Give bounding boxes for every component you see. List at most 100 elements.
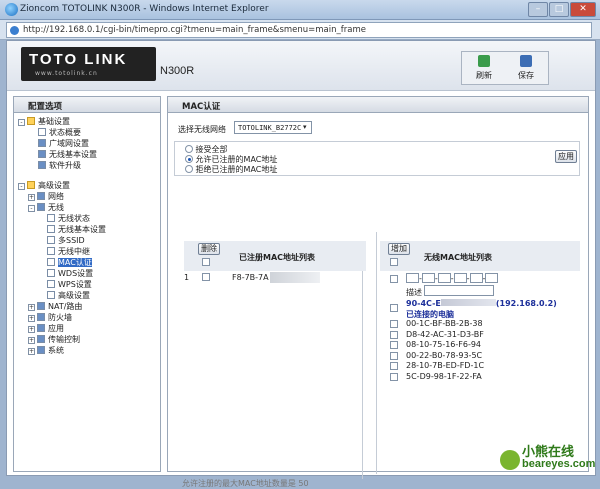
- tree-advanced[interactable]: - 高级设置: [18, 181, 70, 191]
- radio-selected-icon: [185, 155, 193, 163]
- wireless-network-select[interactable]: TOTOLINK_B2772C ▾: [234, 121, 312, 134]
- tree-status-label: 状态概要: [49, 128, 81, 137]
- mac-text: 5C-D9-98-1F-22-FA: [406, 371, 482, 381]
- tree-wds[interactable]: WDS设置: [47, 269, 93, 279]
- apps-icon: [37, 324, 45, 332]
- tree-qos-label: 传输控制: [48, 335, 80, 344]
- wireless-list-header: 无线MAC地址列表: [424, 253, 493, 262]
- expand-icon: +: [28, 194, 35, 201]
- connected-mac-text: 90-4C-E: [406, 299, 441, 308]
- mac-checkbox[interactable]: [390, 341, 398, 349]
- tree-wireless-basic-settings[interactable]: 无线基本设置: [47, 225, 106, 235]
- window-title-bar: Zioncom TOTOLINK N300R - Windows Interne…: [0, 0, 600, 20]
- expand-icon: +: [28, 304, 35, 311]
- mac-octet-4[interactable]: [453, 273, 467, 283]
- sidebar: 配置选项 - 基础设置 状态概要 广域网设置 无线基本设置 软件升级 - 高级设置 …: [13, 96, 161, 472]
- collapse-icon: -: [18, 183, 25, 190]
- list-item: 28-10-7B-ED-FD-1C: [380, 361, 580, 372]
- row-checkbox[interactable]: [202, 273, 210, 281]
- maximize-button[interactable]: □: [549, 2, 569, 17]
- url-field[interactable]: http://192.168.0.1/cgi-bin/timepro.cgi?t…: [6, 22, 592, 38]
- collapse-icon: -: [28, 205, 35, 212]
- select-all-checkbox[interactable]: [390, 258, 398, 266]
- radio-icon: [185, 145, 193, 153]
- mac-list: 00-1C-BF-BB-2B-38 D8-42-AC-31-D3-BF 08-1…: [380, 319, 580, 382]
- tree-wps-label: WPS设置: [58, 280, 92, 289]
- mac-octet-3[interactable]: [437, 273, 451, 283]
- network-icon: [37, 192, 45, 200]
- tree-qos[interactable]: + 传输控制: [28, 335, 80, 345]
- sidebar-header: 配置选项: [14, 97, 160, 113]
- refresh-label: 刷新: [476, 71, 492, 80]
- add-button[interactable]: 增加: [388, 243, 410, 255]
- expand-icon: +: [28, 337, 35, 344]
- connected-mac: 90-4C-E (192.168.0.2): [406, 299, 557, 308]
- mac-octet-6[interactable]: [485, 273, 499, 283]
- option-label: 接受全部: [195, 145, 228, 154]
- tree-wireless-label: 无线: [48, 203, 64, 212]
- mac-octet-5[interactable]: [469, 273, 483, 283]
- list-item: D8-42-AC-31-D3-BF: [380, 330, 580, 341]
- mac-octet-1[interactable]: [406, 273, 419, 283]
- tree-firewall[interactable]: + 防火墙: [28, 313, 72, 323]
- tree-mac-auth[interactable]: MAC认证: [47, 258, 92, 268]
- mac-checkbox[interactable]: [390, 351, 398, 360]
- system-icon: [37, 346, 45, 354]
- wan-icon: [38, 139, 46, 147]
- tree-basic-label: 基础设置: [38, 117, 70, 126]
- tree-wireless-basic[interactable]: 无线基本设置: [38, 150, 97, 160]
- apply-button[interactable]: 应用: [555, 150, 577, 163]
- tree-system[interactable]: + 系统: [28, 346, 64, 356]
- tree-upgrade-label: 软件升级: [49, 161, 81, 170]
- max-mac-value: 50: [298, 479, 309, 488]
- mac-octet-2[interactable]: [421, 273, 435, 283]
- tree-wireless-status[interactable]: 无线状态: [47, 214, 90, 224]
- row-mac: F8-7B-7A: [232, 273, 269, 282]
- mac-checkbox[interactable]: [390, 372, 398, 381]
- registered-header-row: 删除 已注册MAC地址列表: [184, 241, 366, 271]
- description-input[interactable]: [424, 285, 494, 296]
- expand-icon: +: [28, 326, 35, 333]
- select-label: 选择无线网络: [178, 125, 226, 134]
- tree-wireless-basic-label: 无线基本设置: [49, 150, 97, 159]
- tree-wireless[interactable]: - 无线: [28, 203, 64, 213]
- tree-wan[interactable]: 广域网设置: [38, 139, 89, 149]
- list-item: 00-1C-BF-BB-2B-38: [380, 319, 580, 330]
- main-panel: MAC认证 选择无线网络 TOTOLINK_B2772C ▾ 接受全部 允许已注…: [167, 96, 589, 488]
- page-icon: [47, 258, 55, 266]
- mac-entry-fields: -----: [406, 273, 499, 283]
- wireless-header-row: 增加 无线MAC地址列表: [380, 241, 580, 271]
- mac-checkbox[interactable]: [390, 362, 398, 370]
- tree-network[interactable]: + 网络: [28, 192, 64, 202]
- select-all-checkbox[interactable]: [202, 258, 210, 266]
- mac-checkbox[interactable]: [390, 320, 398, 328]
- save-button[interactable]: 保存: [506, 54, 546, 84]
- refresh-button[interactable]: 刷新: [464, 54, 504, 84]
- connected-checkbox[interactable]: [390, 304, 398, 312]
- tree-repeater-label: 无线中继: [58, 247, 90, 256]
- tree-wireless-status-label: 无线状态: [58, 214, 90, 223]
- select-value: TOTOLINK_B2772C: [238, 124, 302, 132]
- tree-nat[interactable]: + NAT/路由: [28, 302, 82, 312]
- minimize-button[interactable]: –: [528, 2, 548, 17]
- tree-upgrade[interactable]: 软件升级: [38, 161, 81, 171]
- refresh-icon: [478, 55, 490, 67]
- connected-row: 90-4C-E (192.168.0.2) 已连接的电脑: [380, 299, 580, 319]
- tree-repeater[interactable]: 无线中继: [47, 247, 90, 257]
- tree-basic[interactable]: - 基础设置: [18, 117, 70, 127]
- tree-status[interactable]: 状态概要: [38, 128, 81, 138]
- tree-multi-ssid[interactable]: 多SSID: [47, 236, 85, 246]
- tree-wps[interactable]: WPS设置: [47, 280, 92, 290]
- folder-icon: [27, 117, 35, 125]
- mac-checkbox[interactable]: [390, 330, 398, 339]
- delete-button[interactable]: 删除: [198, 243, 220, 255]
- tree-apps[interactable]: + 应用: [28, 324, 64, 334]
- option-deny-registered[interactable]: 拒绝已注册的MAC地址: [185, 164, 277, 175]
- logo-site: www.totolink.cn: [35, 70, 98, 77]
- tree-advanced-wireless[interactable]: 高级设置: [47, 291, 90, 301]
- entry-checkbox[interactable]: [390, 275, 398, 283]
- page-icon: [47, 225, 55, 233]
- window-title: Zioncom TOTOLINK N300R - Windows Interne…: [20, 4, 269, 14]
- page-icon: [47, 214, 55, 222]
- close-button[interactable]: ✕: [570, 2, 596, 17]
